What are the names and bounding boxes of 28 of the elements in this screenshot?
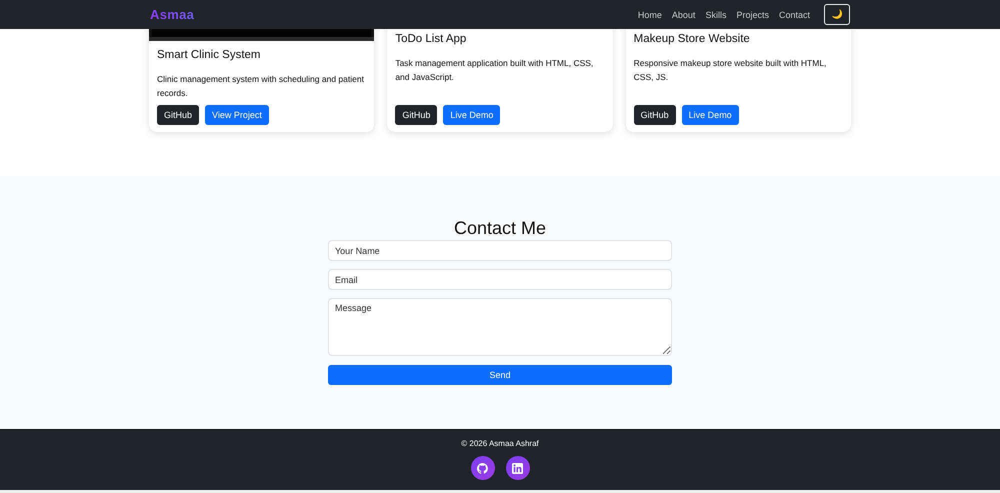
github-button[interactable]: GitHub — [395, 105, 438, 125]
linkedin-button[interactable] — [506, 456, 530, 480]
nav-link[interactable]: Skills — [705, 10, 726, 20]
github-button[interactable]: GitHub — [157, 105, 200, 125]
github-icon — [477, 462, 488, 474]
message-field[interactable]: Message — [328, 298, 672, 356]
project-description: Clinic management system with scheduling and patient records. — [157, 73, 365, 100]
input-field[interactable]: Email — [328, 269, 672, 290]
github-button[interactable] — [470, 456, 494, 480]
project-title: Smart Clinic System — [157, 49, 262, 61]
github-button[interactable]: GitHub — [634, 105, 676, 125]
copyright-text: © 2026 Asmaa Ashraf — [461, 439, 539, 448]
project-link-button[interactable]: View Project — [205, 105, 269, 125]
project-link-button[interactable]: Live Demo — [682, 105, 739, 125]
nav-link[interactable]: About — [672, 10, 696, 20]
nav-link[interactable]: Contact — [778, 10, 810, 20]
input-field[interactable]: Your Name — [328, 240, 672, 261]
section-heading: Contact Me — [452, 218, 548, 238]
linkedin-icon — [512, 462, 523, 474]
project-link-button[interactable]: Live Demo — [443, 105, 500, 125]
theme-toggle-button[interactable]: 🌙 — [824, 4, 850, 25]
project-description: Responsive makeup store website built with HTML, CSS, JS. — [634, 57, 828, 84]
project-title: ToDo List App — [395, 33, 468, 45]
project-description: Task management application built with HTML, CSS, and JavaScript. — [395, 57, 594, 84]
send-button[interactable]: Send — [328, 365, 672, 385]
project-title: Makeup Store Website — [634, 33, 751, 45]
nav-link[interactable]: Projects — [736, 10, 769, 20]
nav-link[interactable]: Home — [638, 10, 662, 20]
